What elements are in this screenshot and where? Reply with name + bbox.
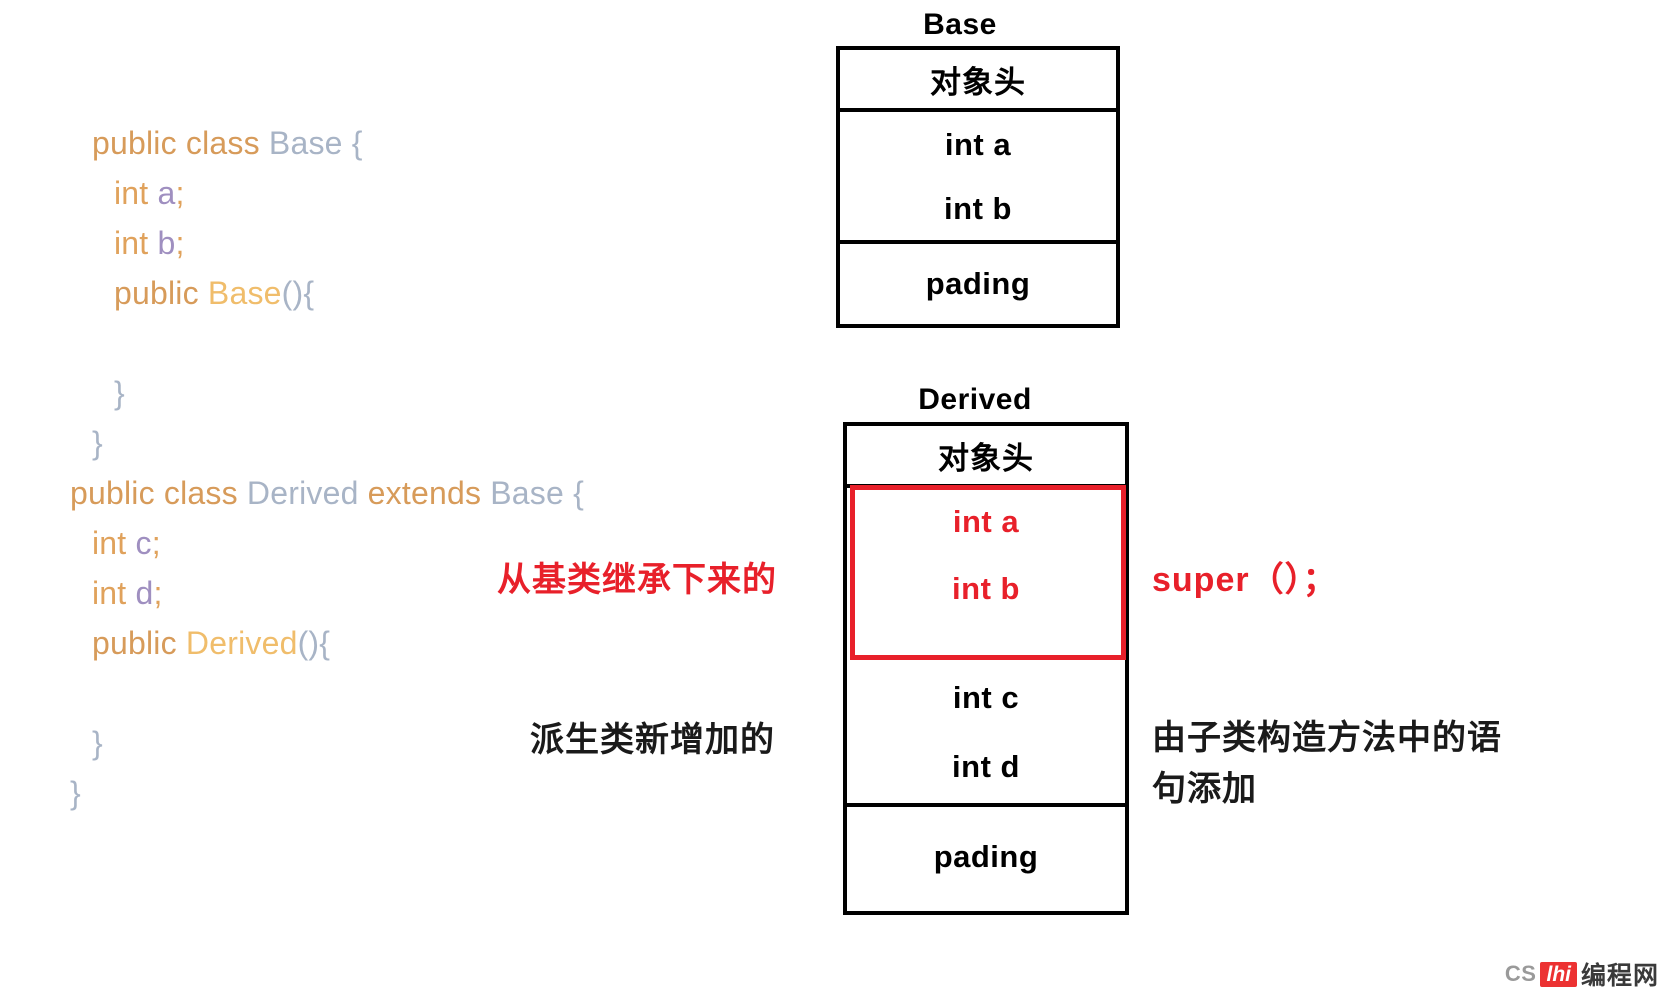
code-token: ; [175,175,185,211]
code-token: } [70,775,81,811]
base-row-object-header: 对象头 [840,50,1116,112]
code-token: { [351,125,363,161]
code-token: public [114,275,208,311]
code-token: ; [151,525,161,561]
code-token: Base [490,475,574,511]
code-token: Base [207,275,282,311]
code-token: Base [268,125,352,161]
code-line: } [70,768,750,818]
code-line: public class Derived extends Base { [70,468,750,518]
code-line: } [70,418,750,468]
code-token: a [157,175,176,211]
code-line: int a; [70,168,750,218]
code-token: ; [175,225,185,261]
code-token: int [92,525,136,561]
code-token: int [114,175,158,211]
code-token: public class [70,475,247,511]
base-row-int-a: int a [944,127,1012,162]
annotation-inherited-from-base: 从基类继承下来的 [497,561,777,599]
annotation-added-by-derived: 派生类新增加的 [530,721,775,759]
derived-row-int-d: int d [847,731,1125,807]
code-token: } [114,375,125,411]
code-token: public class [92,125,269,161]
code-token: d [135,575,154,611]
watermark-logo-icon: lhi [1540,961,1577,987]
annotation-super-call: super（）； [1152,561,1338,599]
code-token: c [135,525,152,561]
java-code-block: public class Base {int a; int b; public Ba… [70,118,750,818]
code-token: public [92,625,186,661]
code-token: b [157,225,176,261]
site-watermark: CS lhi 编程网 [1505,956,1659,992]
code-line: int b; [70,218,750,268]
code-line: public Base(){ [70,268,750,318]
code-token: } [92,425,103,461]
derived-row-object-header: 对象头 [847,426,1125,488]
derived-diagram-title: Derived [918,383,1032,416]
watermark-suffix: 编程网 [1580,962,1659,990]
code-token: { [573,475,584,511]
inherited-fields-highlight [850,485,1126,660]
code-token: (){ [297,625,331,661]
annotation-constructor-statement: 由子类构造方法中的语 句添加 [1152,719,1502,808]
code-token: Derived [246,475,368,511]
base-diagram-title: Base [923,8,997,41]
code-line [70,318,750,368]
code-token: (){ [281,275,315,311]
code-line: } [70,368,750,418]
derived-row-int-c: int c [952,679,1020,715]
code-line [70,668,750,718]
base-row-padding: pading [925,266,1031,301]
code-token: extends [367,475,491,511]
code-line: public class Base { [70,118,750,168]
diagram-canvas: public class Base {int a; int b; public Ba… [0,0,1671,1002]
watermark-prefix: CS [1504,961,1537,986]
code-line: public Derived(){ [70,618,750,668]
code-token: } [92,725,103,761]
base-row-int-b: int b [840,178,1116,244]
code-token: int [92,575,136,611]
base-memory-box: 对象头 int a int b pading [836,46,1120,328]
code-token: ; [153,575,163,611]
code-token: Derived [185,625,298,661]
code-token: int [114,225,158,261]
derived-row-padding: pading [933,839,1039,874]
